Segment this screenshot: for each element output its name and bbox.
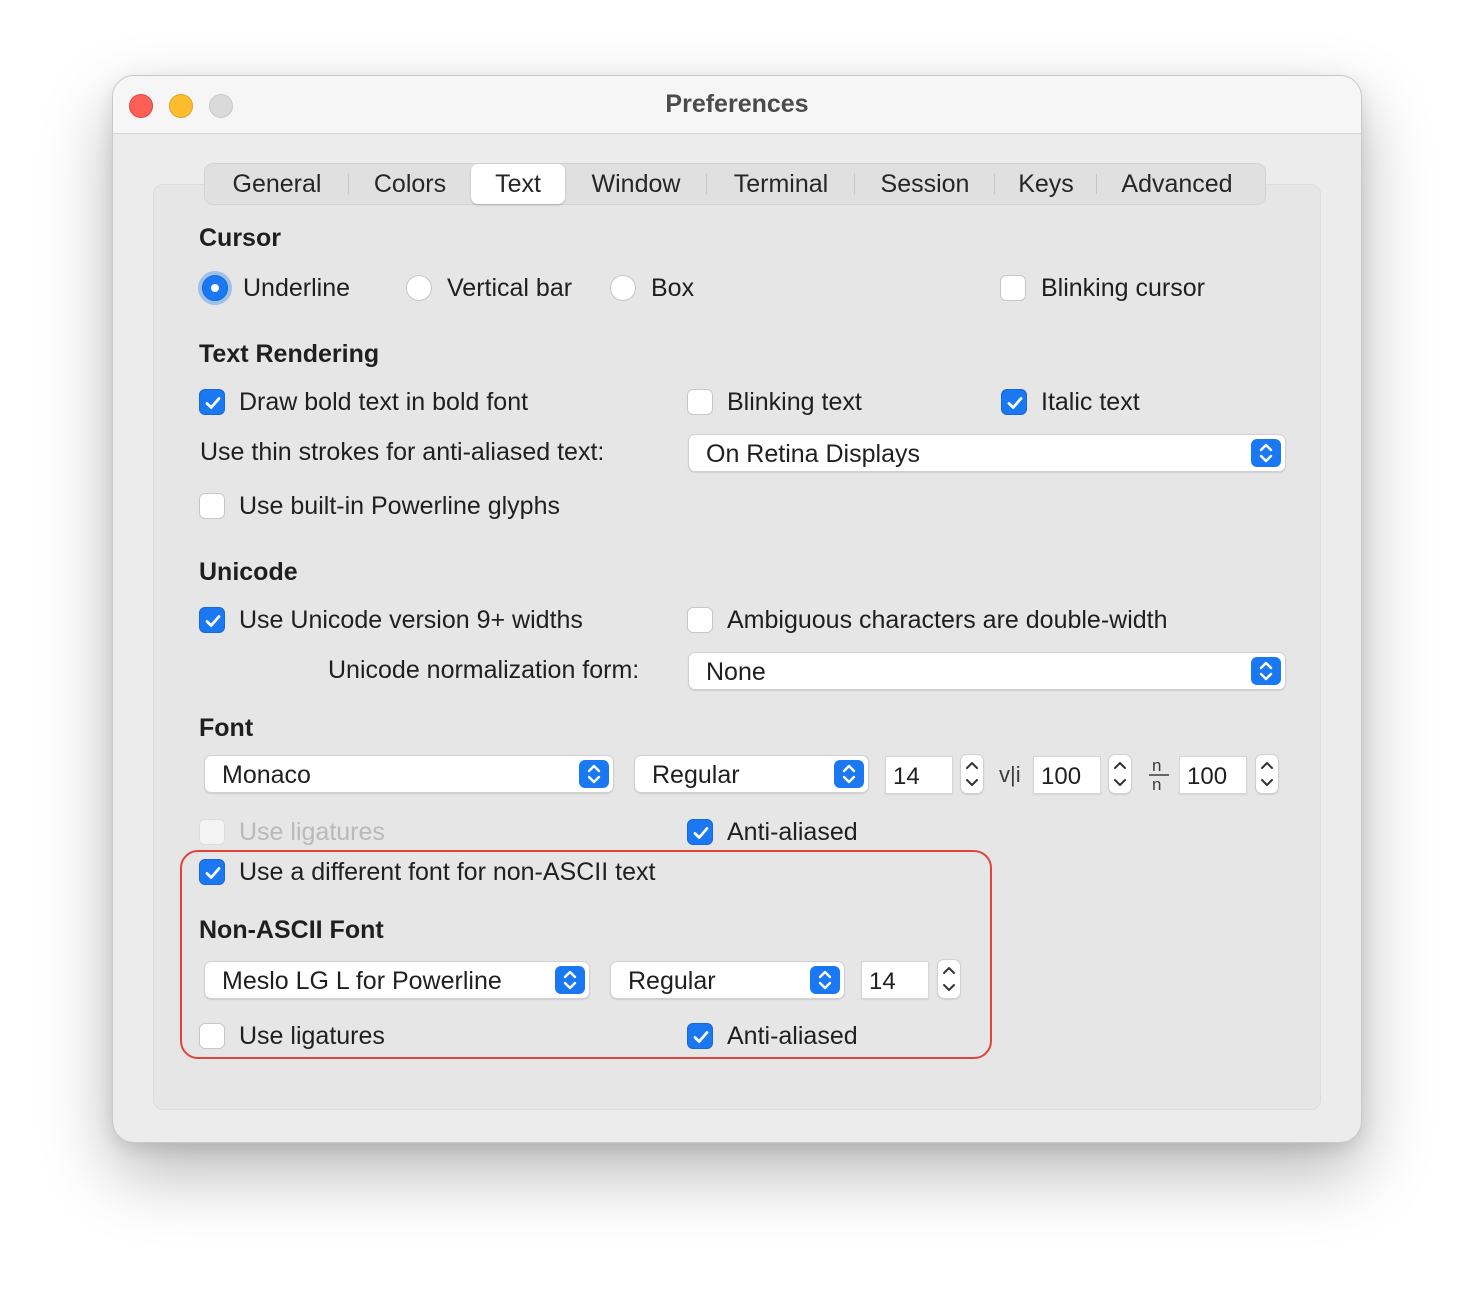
non-ascii-font-family-value: Meslo LG L for Powerline xyxy=(222,967,502,995)
cursor-heading: Cursor xyxy=(199,224,281,252)
blinking-cursor-label[interactable]: Blinking cursor xyxy=(1041,274,1205,303)
font-size-field[interactable]: 14 xyxy=(885,756,953,794)
blinking-text-checkbox[interactable] xyxy=(687,389,713,415)
different-non-ascii-font-checkbox[interactable] xyxy=(199,859,225,885)
thin-strokes-value: On Retina Displays xyxy=(706,440,920,468)
normalization-value: None xyxy=(706,658,766,686)
normalization-label: Unicode normalization form: xyxy=(328,656,640,684)
popup-arrows-icon xyxy=(1251,439,1281,467)
stepper-arrows-icon xyxy=(1114,762,1126,786)
tab-colors[interactable]: Colors xyxy=(349,164,471,204)
tab-session[interactable]: Session xyxy=(855,164,995,204)
tab-general[interactable]: General xyxy=(205,164,349,204)
font-size-value: 14 xyxy=(893,763,920,790)
non-ascii-font-style-value: Regular xyxy=(628,967,716,995)
horizontal-spacing-field[interactable]: 100 xyxy=(1179,756,1247,794)
vertical-spacing-field[interactable]: 100 xyxy=(1033,756,1101,794)
normalization-popup[interactable]: None xyxy=(688,652,1286,690)
non-ascii-font-family-popup[interactable]: Meslo LG L for Powerline xyxy=(204,961,590,999)
popup-arrows-icon xyxy=(579,760,609,788)
checkmark-icon xyxy=(1007,397,1023,409)
svg-text:n: n xyxy=(1152,775,1161,793)
non-ascii-font-heading: Non-ASCII Font xyxy=(199,916,384,944)
draw-bold-checkbox[interactable] xyxy=(199,389,225,415)
stepper-arrows-icon xyxy=(966,762,978,786)
ambiguous-width-checkbox[interactable] xyxy=(687,607,713,633)
font-ligatures-label: Use ligatures xyxy=(239,818,385,846)
font-style-popup[interactable]: Regular xyxy=(634,755,869,793)
horizontal-spacing-stepper[interactable] xyxy=(1255,754,1279,794)
different-non-ascii-font-label[interactable]: Use a different font for non-ASCII text xyxy=(239,858,655,887)
non-ascii-ligatures-checkbox[interactable] xyxy=(199,1023,225,1049)
vertical-spacing-icon: v|i xyxy=(999,762,1021,787)
stepper-arrows-icon xyxy=(1261,762,1273,786)
powerline-glyphs-checkbox[interactable] xyxy=(199,493,225,519)
font-family-popup[interactable]: Monaco xyxy=(204,755,614,793)
vertical-spacing-stepper[interactable] xyxy=(1108,754,1132,794)
horizontal-spacing-value: 100 xyxy=(1187,763,1228,790)
draw-bold-label[interactable]: Draw bold text in bold font xyxy=(239,388,528,417)
checkmark-icon xyxy=(205,867,221,879)
checkmark-icon xyxy=(693,827,709,839)
cursor-box-label[interactable]: Box xyxy=(651,274,694,303)
checkmark-icon xyxy=(205,615,221,627)
popup-arrows-icon xyxy=(834,760,864,788)
horizontal-spacing-icon: nn xyxy=(1148,756,1170,794)
popup-arrows-icon xyxy=(1251,657,1281,685)
unicode-heading: Unicode xyxy=(199,558,298,586)
blinking-text-label[interactable]: Blinking text xyxy=(727,388,862,417)
cursor-vertical-bar-radio[interactable] xyxy=(406,275,432,301)
tab-advanced[interactable]: Advanced xyxy=(1097,164,1257,204)
font-style-value: Regular xyxy=(652,761,740,789)
tab-terminal[interactable]: Terminal xyxy=(707,164,855,204)
font-anti-aliased-label[interactable]: Anti-aliased xyxy=(727,818,858,847)
font-ligatures-checkbox[interactable] xyxy=(199,819,225,845)
non-ascii-anti-aliased-label[interactable]: Anti-aliased xyxy=(727,1022,858,1051)
font-family-value: Monaco xyxy=(222,761,311,789)
non-ascii-font-size-stepper[interactable] xyxy=(937,959,961,999)
popup-arrows-icon xyxy=(555,966,585,994)
tab-bar: General Colors Text Window Terminal Sess… xyxy=(204,163,1266,205)
svg-text:n: n xyxy=(1152,757,1161,775)
powerline-glyphs-label[interactable]: Use built-in Powerline glyphs xyxy=(239,492,560,521)
non-ascii-font-size-field[interactable]: 14 xyxy=(861,961,929,999)
font-anti-aliased-checkbox[interactable] xyxy=(687,819,713,845)
checkmark-icon xyxy=(205,397,221,409)
checkmark-icon xyxy=(693,1031,709,1043)
cursor-vertical-bar-label[interactable]: Vertical bar xyxy=(447,274,572,303)
unicode-widths-checkbox[interactable] xyxy=(199,607,225,633)
blinking-cursor-checkbox[interactable] xyxy=(1000,275,1026,301)
font-size-stepper[interactable] xyxy=(960,754,984,794)
tab-keys[interactable]: Keys xyxy=(995,164,1097,204)
popup-arrows-icon xyxy=(810,966,840,994)
title-bar[interactable]: Preferences xyxy=(113,76,1361,134)
font-heading: Font xyxy=(199,714,254,742)
cursor-underline-label[interactable]: Underline xyxy=(243,274,350,303)
unicode-widths-label[interactable]: Use Unicode version 9+ widths xyxy=(239,606,583,635)
cursor-box-radio[interactable] xyxy=(610,275,636,301)
non-ascii-font-style-popup[interactable]: Regular xyxy=(610,961,845,999)
italic-text-checkbox[interactable] xyxy=(1001,389,1027,415)
thin-strokes-label: Use thin strokes for anti-aliased text: xyxy=(200,438,605,466)
non-ascii-ligatures-label[interactable]: Use ligatures xyxy=(239,1022,385,1051)
non-ascii-font-size-value: 14 xyxy=(869,968,896,995)
tab-text[interactable]: Text xyxy=(471,164,565,204)
vertical-spacing-value: 100 xyxy=(1041,763,1082,790)
cursor-underline-radio[interactable] xyxy=(202,275,228,301)
stepper-arrows-icon xyxy=(943,967,955,991)
tab-window[interactable]: Window xyxy=(565,164,707,204)
non-ascii-anti-aliased-checkbox[interactable] xyxy=(687,1023,713,1049)
italic-text-label[interactable]: Italic text xyxy=(1041,388,1140,417)
window-title: Preferences xyxy=(665,90,809,118)
ambiguous-width-label[interactable]: Ambiguous characters are double-width xyxy=(727,606,1168,635)
text-rendering-heading: Text Rendering xyxy=(199,340,380,368)
thin-strokes-popup[interactable]: On Retina Displays xyxy=(688,434,1286,472)
